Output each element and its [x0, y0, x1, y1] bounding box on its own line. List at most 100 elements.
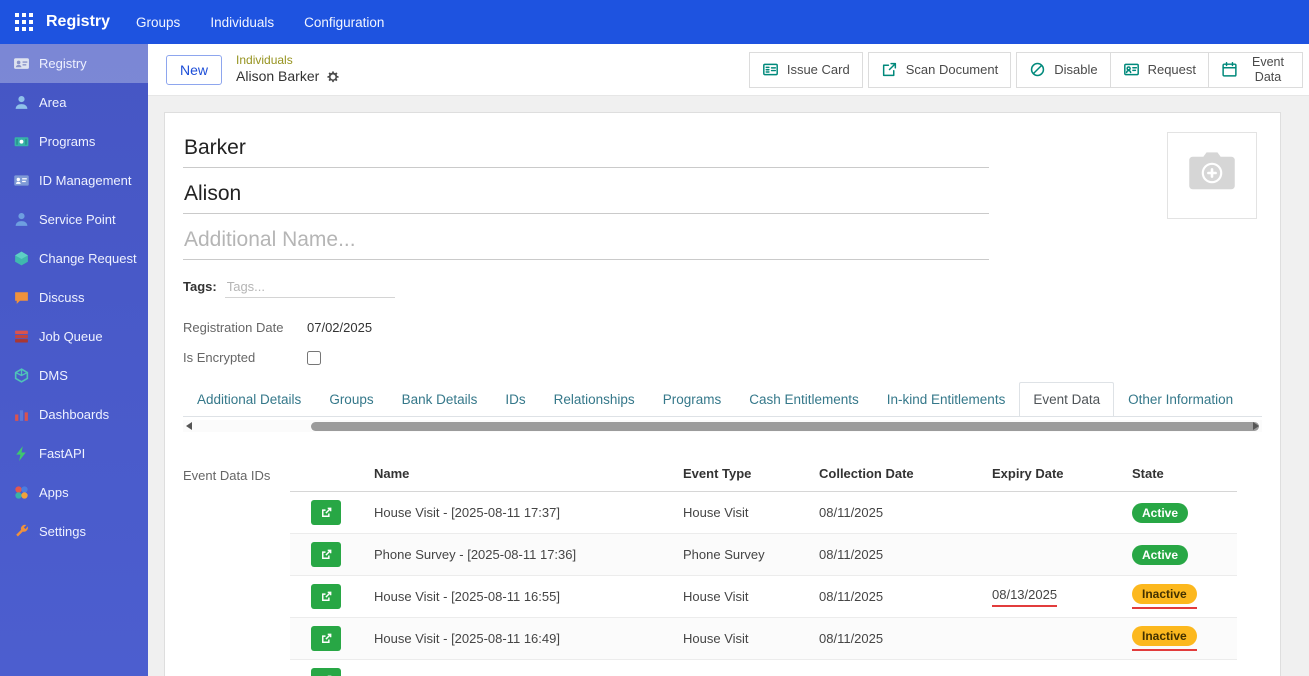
is-encrypted-checkbox[interactable] — [307, 350, 321, 365]
additional-name-field[interactable] — [183, 223, 989, 260]
sidebar-item-label: Service Point — [39, 212, 116, 227]
tab-bank-details[interactable]: Bank Details — [388, 382, 492, 416]
sidebar-item-id-management[interactable]: ID Management — [0, 161, 148, 200]
photo-placeholder[interactable] — [1167, 132, 1257, 219]
tab-relationships[interactable]: Relationships — [540, 382, 649, 416]
table-row[interactable]: House Visit - [2025-08-11 17:37] House V… — [290, 491, 1237, 534]
sidebar-item-area[interactable]: Area — [0, 83, 148, 122]
sidebar-item-registry[interactable]: Registry — [0, 44, 148, 83]
table-row[interactable]: Phone Survey - [2025-08-11 17:36] Phone … — [290, 533, 1237, 576]
cell-event-type: Phone Survey — [675, 533, 811, 576]
tab-other-information[interactable]: Other Information — [1114, 382, 1247, 416]
registration-date-label: Registration Date — [183, 320, 284, 335]
request-button[interactable]: Request — [1109, 51, 1209, 88]
column-header-event-type[interactable]: Event Type — [675, 456, 811, 492]
table-row[interactable] — [290, 659, 1237, 676]
sidebar-item-service-point[interactable]: Service Point — [0, 200, 148, 239]
sidebar-item-dashboards[interactable]: Dashboards — [0, 395, 148, 434]
scroll-right-arrow-icon[interactable] — [1253, 422, 1259, 430]
top-navbar: Registry Groups Individuals Configuratio… — [0, 0, 1309, 44]
apps-grid-icon[interactable] — [14, 12, 34, 32]
table-row[interactable]: House Visit - [2025-08-11 16:55] House V… — [290, 575, 1237, 618]
sidebar-item-dms[interactable]: DMS — [0, 356, 148, 395]
top-menu: Groups Individuals Configuration — [136, 15, 384, 30]
sidebar-item-settings[interactable]: Settings — [0, 512, 148, 551]
app-title[interactable]: Registry — [46, 13, 110, 31]
event-data-button[interactable]: Event Data — [1208, 51, 1303, 88]
camera-plus-icon — [1186, 150, 1238, 201]
tab-event-data[interactable]: Event Data — [1019, 382, 1115, 416]
table-header-row: Name Event Type Collection Date Expiry D… — [290, 456, 1237, 492]
menu-individuals[interactable]: Individuals — [210, 15, 274, 30]
tab-in-kind-entitlements[interactable]: In-kind Entitlements — [873, 382, 1020, 416]
sidebar-item-change-request[interactable]: Change Request — [0, 239, 148, 278]
sidebar-item-label: Registry — [39, 56, 87, 71]
cell-name[interactable]: House Visit - [2025-08-11 16:49] — [366, 617, 675, 660]
dashboards-icon — [13, 406, 30, 423]
column-header-state[interactable]: State — [1124, 456, 1237, 492]
family-name-field[interactable] — [183, 131, 989, 168]
tab-cash-entitlements[interactable]: Cash Entitlements — [735, 382, 873, 416]
column-header-name[interactable]: Name — [366, 456, 675, 492]
sidebar-item-job-queue[interactable]: Job Queue — [0, 317, 148, 356]
cell-expiry-date: 08/13/2025 — [992, 587, 1058, 607]
tags-input[interactable] — [224, 276, 395, 298]
tab-programs[interactable]: Programs — [649, 382, 736, 416]
tags-row: Tags: — [183, 276, 1262, 298]
sidebar-item-label: Programs — [39, 134, 96, 149]
cell-name[interactable]: House Visit - [2025-08-11 16:55] — [366, 575, 675, 618]
cell-name[interactable]: Phone Survey - [2025-08-11 17:36] — [366, 533, 675, 576]
tab-additional-details[interactable]: Additional Details — [183, 382, 315, 416]
issue-card-button[interactable]: Issue Card — [748, 51, 863, 88]
breadcrumb-parent-link[interactable]: Individuals — [236, 53, 340, 68]
open-record-button[interactable] — [311, 584, 341, 609]
sidebar-item-label: Settings — [39, 524, 86, 539]
cell-collection-date: 08/11/2025 — [811, 617, 984, 660]
table-row[interactable]: House Visit - [2025-08-11 16:49] House V… — [290, 617, 1237, 660]
event-data-section: Event Data IDs Name Event Type Collectio… — [183, 456, 1262, 676]
sidebar-item-apps[interactable]: Apps — [0, 473, 148, 512]
scan-document-button[interactable]: Scan Document — [867, 51, 1012, 88]
horizontal-scrollbar[interactable] — [183, 420, 1262, 432]
sidebar-item-programs[interactable]: Programs — [0, 122, 148, 161]
open-record-button[interactable] — [311, 500, 341, 525]
column-header-collection-date[interactable]: Collection Date — [811, 456, 984, 492]
cell-collection-date: 08/11/2025 — [811, 491, 984, 534]
sidebar-item-label: Change Request — [39, 251, 137, 266]
scroll-left-arrow-icon[interactable] — [186, 422, 192, 430]
open-record-button[interactable] — [311, 542, 341, 567]
event-data-icon — [1221, 61, 1238, 78]
gear-icon[interactable] — [326, 70, 340, 84]
job-queue-icon — [13, 328, 30, 345]
column-header-expiry-date[interactable]: Expiry Date — [984, 456, 1124, 492]
sidebar-item-discuss[interactable]: Discuss — [0, 278, 148, 317]
registry-icon — [13, 55, 30, 72]
open-record-button[interactable] — [311, 626, 341, 651]
cell-event-type: House Visit — [675, 617, 811, 660]
scrollbar-thumb[interactable] — [311, 421, 1259, 431]
action-buttons: Issue Card Scan Document Disable Request… — [748, 51, 1303, 88]
given-name-field[interactable] — [183, 177, 989, 214]
disable-button[interactable]: Disable — [1016, 51, 1111, 88]
cell-event-type: House Visit — [675, 575, 811, 618]
tab-groups[interactable]: Groups — [315, 382, 387, 416]
discuss-icon — [13, 289, 30, 306]
cell-collection-date: 08/11/2025 — [811, 533, 984, 576]
breadcrumb: Individuals Alison Barker — [236, 53, 340, 86]
new-button[interactable]: New — [166, 54, 223, 85]
service-point-icon — [13, 211, 30, 228]
open-record-button[interactable] — [311, 668, 341, 676]
is-encrypted-label: Is Encrypted — [183, 350, 256, 365]
sidebar-item-fastapi[interactable]: FastAPI — [0, 434, 148, 473]
apps-icon — [13, 484, 30, 501]
menu-groups[interactable]: Groups — [136, 15, 180, 30]
menu-configuration[interactable]: Configuration — [304, 15, 384, 30]
secondary-actions-group: Disable Request Event Data — [1016, 51, 1303, 88]
status-badge: Active — [1132, 502, 1189, 523]
tab-ids[interactable]: IDs — [491, 382, 539, 416]
area-icon — [13, 94, 30, 111]
cell-collection-date: 08/11/2025 — [811, 575, 984, 618]
detail-tabs: Additional Details Groups Bank Details I… — [183, 382, 1262, 417]
cell-name[interactable]: House Visit - [2025-08-11 17:37] — [366, 491, 675, 534]
issue-card-icon — [762, 61, 779, 78]
